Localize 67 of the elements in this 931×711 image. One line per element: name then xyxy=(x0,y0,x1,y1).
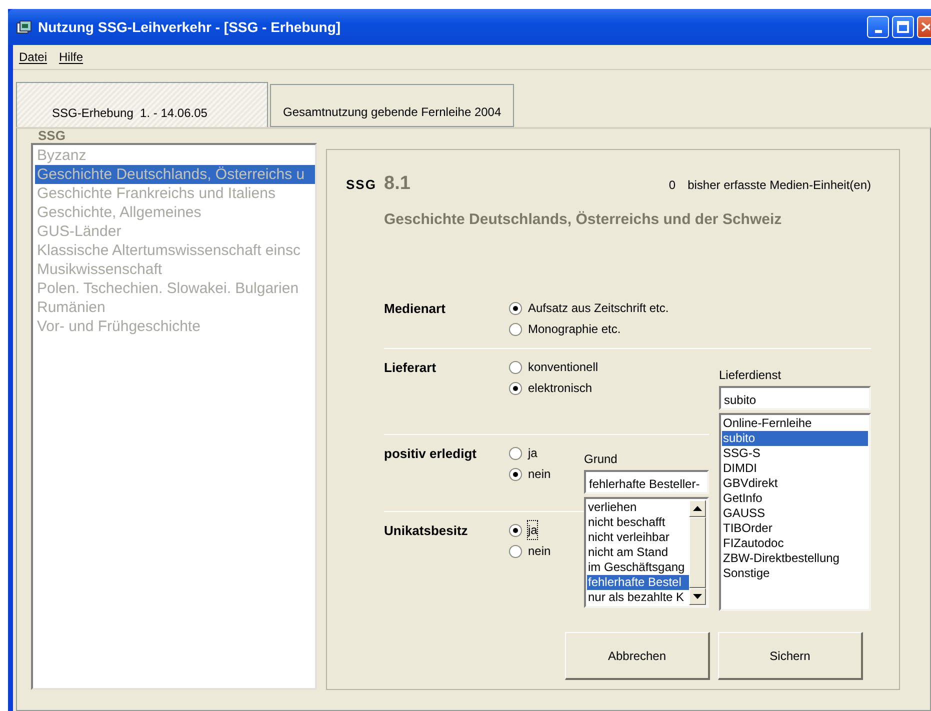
maximize-icon xyxy=(897,21,909,33)
list-item[interactable]: nur als bezahlte K xyxy=(587,590,689,605)
option-label[interactable]: konventionell xyxy=(528,358,598,376)
radio-button[interactable] xyxy=(509,544,522,558)
combo-field[interactable]: subito xyxy=(719,386,871,410)
list-item[interactable]: Online-Fernleihe xyxy=(722,416,868,431)
list-item[interactable]: FIZautodoc xyxy=(722,536,868,551)
list-item[interactable]: subito xyxy=(722,431,868,446)
app-icon xyxy=(16,20,32,36)
list-item[interactable]: ZBW-Direktbestellung xyxy=(722,551,868,566)
radio-button[interactable] xyxy=(509,446,522,460)
minimize-button[interactable] xyxy=(867,16,889,38)
subject-title: Geschichte Deutschlands, Österreichs und der Schweiz xyxy=(384,210,783,230)
combo-field[interactable]: fehlerhafte Besteller- xyxy=(584,470,709,494)
list-item[interactable]: nicht verleihbar xyxy=(587,530,689,545)
list-item[interactable]: fehlerhafte Bestel xyxy=(587,575,689,590)
list-item[interactable]: GBVdirekt xyxy=(722,476,868,491)
list-item[interactable]: verliehen xyxy=(587,500,689,515)
dialog-button[interactable]: Abbrechen xyxy=(565,632,710,680)
dropdown-list[interactable]: verliehen nicht beschafft nicht verleihbar nicht am Stand im Geschäftsgang fehlerhafte Bestel nur als bezahlte K xyxy=(584,497,709,608)
option-label[interactable]: ja xyxy=(528,521,538,539)
radio-button[interactable] xyxy=(509,468,522,480)
radio-button[interactable] xyxy=(509,322,522,336)
dropdown-list[interactable]: Online-Fernleihe subito SSG-S DIMDI GBVdirekt GetInfo GAUSS TIBOrder FIZautodoc ZBW-Direktbestellung Sonstige xyxy=(719,413,871,611)
section-label: Lieferart xyxy=(384,348,509,434)
radio-button[interactable] xyxy=(509,360,522,374)
minimize-icon xyxy=(874,30,882,32)
section-label: Unikatsbesitz xyxy=(384,511,509,611)
count-value: 0 xyxy=(668,177,676,194)
maximize-button[interactable] xyxy=(892,16,914,38)
field-label: Lieferdienst xyxy=(719,367,782,384)
list-item[interactable]: im Geschäftsgang xyxy=(587,560,689,575)
field-label: Grund xyxy=(584,451,618,468)
menu-item[interactable]: Datei xyxy=(19,48,48,66)
radio-button[interactable] xyxy=(509,302,522,314)
option-label[interactable]: Aufsatz aus Zeitschrift etc. xyxy=(528,299,669,317)
section-label: Medienart xyxy=(384,300,446,318)
count-label: bisher erfasste Medien-Einheit(en) xyxy=(688,177,871,194)
list-item[interactable]: DIMDI xyxy=(722,461,868,476)
list-item[interactable]: nicht beschafft xyxy=(587,515,689,530)
list-item[interactable]: Sonstige xyxy=(722,566,868,581)
list-item[interactable]: SSG-S xyxy=(722,446,868,461)
dialog-button[interactable]: Sichern xyxy=(718,632,863,680)
ssg-number: 8.1 xyxy=(384,172,410,196)
window-title: Nutzung SSG-Leihverkehr - [SSG - Erhebung] xyxy=(38,18,341,37)
scroll-down-icon[interactable] xyxy=(693,594,702,599)
close-icon xyxy=(920,21,930,33)
option-label[interactable]: nein xyxy=(528,542,551,560)
scrollbar[interactable] xyxy=(689,500,706,605)
menu-item[interactable]: Hilfe xyxy=(59,48,84,66)
radio-button[interactable] xyxy=(509,382,522,394)
option-label[interactable]: ja xyxy=(528,444,538,462)
list-heading: SSG xyxy=(37,129,66,143)
close-button[interactable] xyxy=(917,16,931,38)
option-label[interactable]: Monographie etc. xyxy=(528,320,621,338)
ssg-label: SSG xyxy=(346,176,378,194)
option-label[interactable]: nein xyxy=(528,465,551,483)
list-item[interactable]: GAUSS xyxy=(722,506,868,521)
radio-button[interactable] xyxy=(509,524,522,536)
tab[interactable]: Gesamtnutzung gebende Fernleihe 2004 xyxy=(270,84,514,127)
list-item[interactable]: TIBOrder xyxy=(722,521,868,536)
option-label[interactable]: elektronisch xyxy=(528,379,592,397)
scroll-up-icon[interactable] xyxy=(693,506,702,511)
list-item[interactable]: GetInfo xyxy=(722,491,868,506)
tab[interactable]: SSG-Erhebung 1. - 14.06.05 xyxy=(16,82,268,127)
section-label: positiv erledigt xyxy=(384,434,509,511)
list-item[interactable]: nicht am Stand xyxy=(587,545,689,560)
